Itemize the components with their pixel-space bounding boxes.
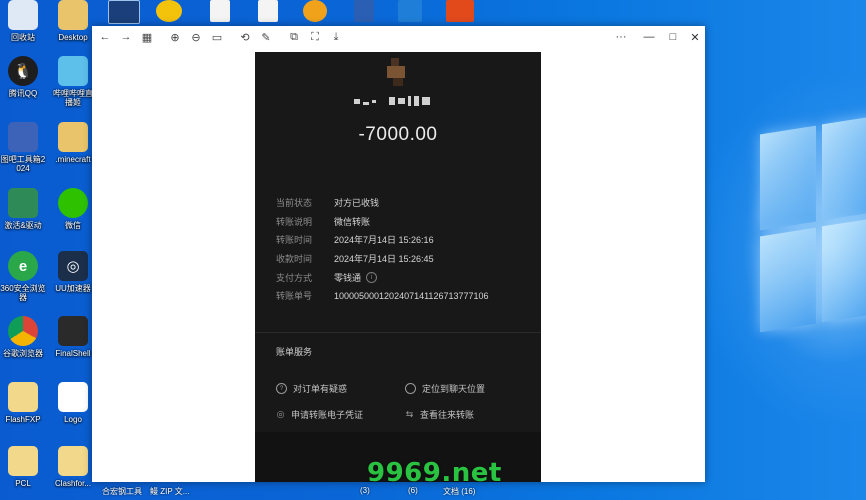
bill-services-title: 账单服务 (276, 347, 313, 357)
maximize-button[interactable]: □ (662, 28, 684, 46)
chrome-icon (8, 316, 38, 346)
folder-icon (8, 446, 38, 476)
app-icon[interactable] (398, 0, 422, 22)
bottom-label[interactable]: 合宏钢工具 (102, 486, 142, 497)
image-icon (58, 382, 88, 412)
detail-row-receive-time: 收款时间 2024年7月14日 15:26:45 (276, 253, 434, 264)
chat-bubble-icon (405, 383, 416, 394)
monitor-icon[interactable] (108, 0, 140, 24)
desktop-icon-toolbox[interactable]: 图吧工具箱2024 (0, 122, 46, 184)
word-doc-icon[interactable] (354, 0, 374, 22)
folder-icon (58, 122, 88, 152)
zoom-in-icon[interactable]: ⊕ (166, 28, 184, 46)
info-icon[interactable]: i (366, 271, 378, 283)
desktop-icon-uu[interactable]: ◎ UU加速器 (50, 251, 96, 313)
bilibili-icon (58, 56, 88, 86)
crop-icon[interactable]: ⛶ (306, 28, 324, 46)
document-icon[interactable] (210, 0, 230, 22)
save-icon[interactable]: ⤓ (327, 28, 345, 46)
desktop-icon-pcl[interactable]: PCL (0, 446, 46, 500)
desktop-icon-bilibili[interactable]: 哔哩哔哩直播姬 (50, 56, 96, 118)
service-e-certificate[interactable]: ◎ 申请转账电子凭证 (276, 408, 363, 421)
transfer-details: 当前状态 对方已收钱 转账说明 微信转账 转账时间 2024年7月14日 15:… (276, 193, 489, 305)
driver-icon (8, 188, 38, 218)
payment-method-value: 零钱通 (334, 272, 362, 283)
desktop-icon-driver[interactable]: 激活&驱动 (0, 188, 46, 250)
detail-row-status: 当前状态 对方已收钱 (276, 197, 380, 208)
section-divider (255, 332, 541, 333)
close-button[interactable]: ✕ (684, 28, 706, 46)
360-browser-icon: e (8, 251, 38, 281)
toolbox-icon (8, 122, 38, 152)
certificate-icon: ◎ (276, 409, 285, 419)
grid-icon[interactable]: ▦ (138, 28, 156, 46)
windows-logo-wallpaper (752, 115, 866, 333)
qq-penguin-icon: 🐧 (8, 56, 38, 86)
recycle-bin-icon (8, 0, 38, 30)
edit-icon[interactable]: ✎ (257, 28, 275, 46)
desktop-icon-clash[interactable]: Clashfor... (50, 446, 96, 500)
watermark-text: 9969.net (367, 458, 502, 488)
wechat-icon (58, 188, 88, 218)
game-icon[interactable] (156, 0, 182, 22)
copy-icon[interactable]: ⧉ (285, 28, 303, 46)
more-options-button[interactable]: ··· (610, 28, 632, 46)
desktop-icon-recycle-bin[interactable]: 回收站 (0, 0, 46, 62)
uu-accelerator-icon: ◎ (58, 251, 88, 281)
document-icon[interactable] (258, 0, 278, 22)
desktop-icon-minecraft[interactable]: .minecraft (50, 122, 96, 184)
payee-name-pixelated (354, 95, 430, 107)
terminal-icon (58, 316, 88, 346)
avatar (383, 58, 413, 88)
service-order-question[interactable]: ? 对订单有疑惑 (276, 382, 347, 395)
viewer-canvas: -7000.00 当前状态 对方已收钱 转账说明 微信转账 转账时间 2024年… (92, 48, 705, 482)
desktop-icon-360-browser[interactable]: e 360安全浏览器 (0, 251, 46, 313)
back-icon[interactable]: ← (96, 28, 114, 46)
desktop-icon-flashfxp[interactable]: FlashFXP (0, 382, 46, 444)
transfer-arrows-icon: ⇆ (405, 409, 414, 419)
forward-icon[interactable]: → (117, 28, 135, 46)
rotate-icon[interactable]: ⟲ (236, 28, 254, 46)
detail-row-transfer-id: 转账单号 1000050001202407141126713777106 (276, 290, 489, 302)
minimize-button[interactable]: — (638, 28, 660, 46)
desktop-icon-finalshell[interactable]: FinalShell (50, 316, 96, 378)
desktop-icon-desktop-folder[interactable]: Desktop (50, 0, 96, 62)
folder-icon (58, 446, 88, 476)
detail-row-note: 转账说明 微信转账 (276, 216, 371, 227)
desktop-icon-chrome[interactable]: 谷歌浏览器 (0, 316, 46, 378)
actual-size-icon[interactable]: ▭ (208, 28, 226, 46)
desktop-icon-wechat[interactable]: 微信 (50, 188, 96, 250)
detail-row-transfer-time: 转账时间 2024年7月14日 15:26:16 (276, 235, 434, 246)
folder-icon (58, 0, 88, 30)
viewer-toolbar: ← → ▦ ⊕ ⊖ ▭ ⟲ ✎ ⧉ ⛶ ⤓ ··· — □ ✕ (92, 26, 705, 48)
service-view-transfers[interactable]: ⇆ 查看往来转账 (405, 408, 474, 421)
detail-row-payment-method: 支付方式 零钱通 i (276, 268, 489, 287)
transfer-amount: -7000.00 (358, 124, 438, 145)
folder-icon (8, 382, 38, 412)
desktop-icon-logo[interactable]: Logo (50, 382, 96, 444)
service-locate-chat[interactable]: 定位到聊天位置 (405, 382, 485, 395)
transfer-detail-screenshot: -7000.00 当前状态 对方已收钱 转账说明 微信转账 转账时间 2024年… (255, 52, 541, 482)
desktop-icon-qq[interactable]: 🐧 腾讯QQ (0, 56, 46, 118)
zoom-out-icon[interactable]: ⊖ (187, 28, 205, 46)
question-circle-icon: ? (276, 383, 287, 394)
game-shortcut-icon[interactable] (446, 0, 474, 22)
ring-app-icon[interactable] (303, 0, 327, 22)
bottom-label[interactable]: 鳗 ZIP 文... (150, 486, 189, 497)
image-viewer-window: ← → ▦ ⊕ ⊖ ▭ ⟲ ✎ ⧉ ⛶ ⤓ ··· — □ ✕ -7000.00 (92, 26, 705, 482)
